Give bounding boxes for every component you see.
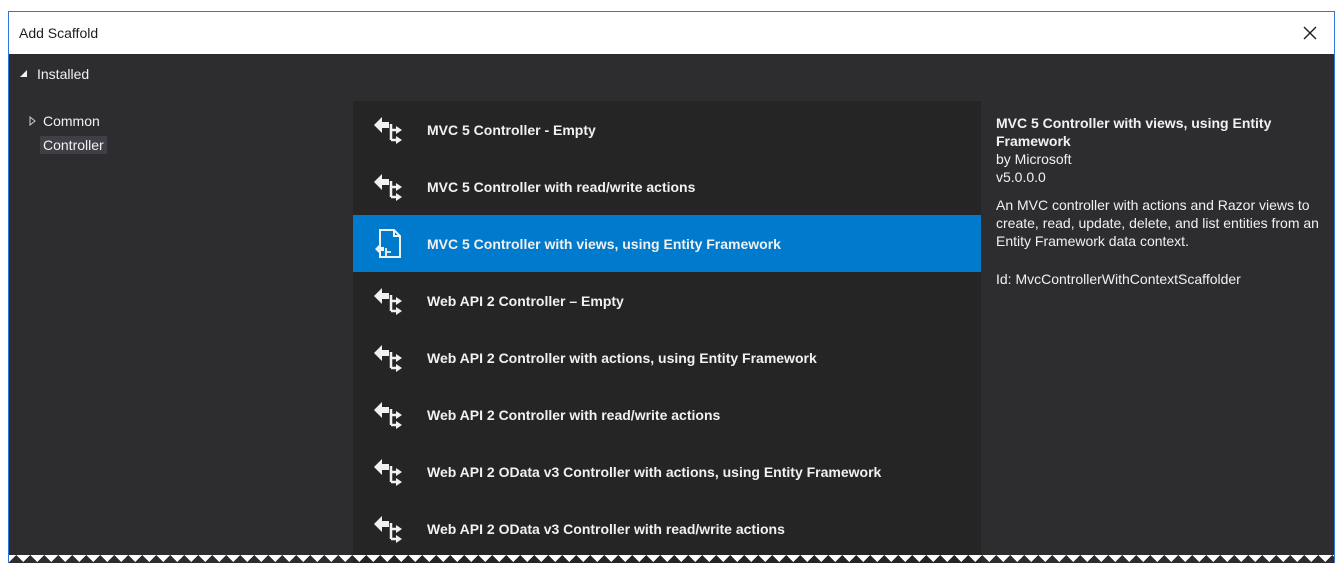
list-item-label: Web API 2 Controller with read/write act… [427,406,721,423]
tree-item-common[interactable]: Common [29,109,107,133]
controller-icon [369,453,407,491]
list-item-label: Web API 2 Controller – Empty [427,292,624,309]
dialog-content: Installed Common Controller MVC 5 Contro… [9,54,1334,563]
list-item-label: MVC 5 Controller - Empty [427,121,596,138]
controller-icon [369,111,407,149]
list-item[interactable]: Web API 2 OData v3 Controller with actio… [353,443,981,500]
details-version: v5.0.0.0 [996,169,1046,185]
expand-triangle-icon[interactable] [29,116,43,126]
dialog-title: Add Scaffold [19,25,99,41]
details-id: Id: MvcControllerWithContextScaffolder [996,271,1241,287]
details-description: An MVC controller with actions and Razor… [996,197,1319,249]
tree-root-label: Installed [37,66,90,82]
list-item-selected[interactable]: MVC 5 Controller with views, using Entit… [353,215,981,272]
list-item[interactable]: MVC 5 Controller with read/write actions [353,158,981,215]
details-author: by Microsoft [996,151,1072,167]
list-item-label: MVC 5 Controller with read/write actions [427,178,696,195]
views-controller-icon [369,225,407,263]
list-item[interactable]: MVC 5 Controller - Empty [353,101,981,158]
list-item-label: Web API 2 Controller with actions, using… [427,349,817,366]
list-item-label: Web API 2 OData v3 Controller with actio… [427,463,882,480]
controller-icon [369,510,407,548]
tree-root-installed[interactable]: Installed [19,66,89,82]
list-item-label: MVC 5 Controller with views, using Entit… [427,235,781,252]
scaffolder-list[interactable]: MVC 5 Controller - Empty MVC 5 Controlle… [353,101,981,563]
collapse-triangle-icon [19,66,29,82]
torn-edge [9,555,1334,563]
controller-icon [369,168,407,206]
list-item[interactable]: Web API 2 OData v3 Controller with read/… [353,500,981,557]
add-scaffold-dialog: Add Scaffold Installed Common Controller [8,11,1335,563]
list-item[interactable]: Web API 2 Controller with read/write act… [353,386,981,443]
controller-icon [369,339,407,377]
controller-icon [369,396,407,434]
details-panel: MVC 5 Controller with views, using Entit… [996,114,1321,288]
details-name: MVC 5 Controller with views, using Entit… [996,115,1272,149]
category-tree: Common Controller [29,109,107,157]
list-item-label: Web API 2 OData v3 Controller with read/… [427,520,785,537]
tree-item-controller[interactable]: Controller [29,133,107,157]
title-bar: Add Scaffold [9,12,1334,54]
list-item[interactable]: Web API 2 Controller – Empty [353,272,981,329]
controller-icon [369,282,407,320]
list-item[interactable]: Web API 2 Controller with actions, using… [353,329,981,386]
close-icon[interactable] [1298,21,1322,45]
tree-item-label: Common [43,113,100,129]
tree-item-label: Controller [40,136,107,154]
